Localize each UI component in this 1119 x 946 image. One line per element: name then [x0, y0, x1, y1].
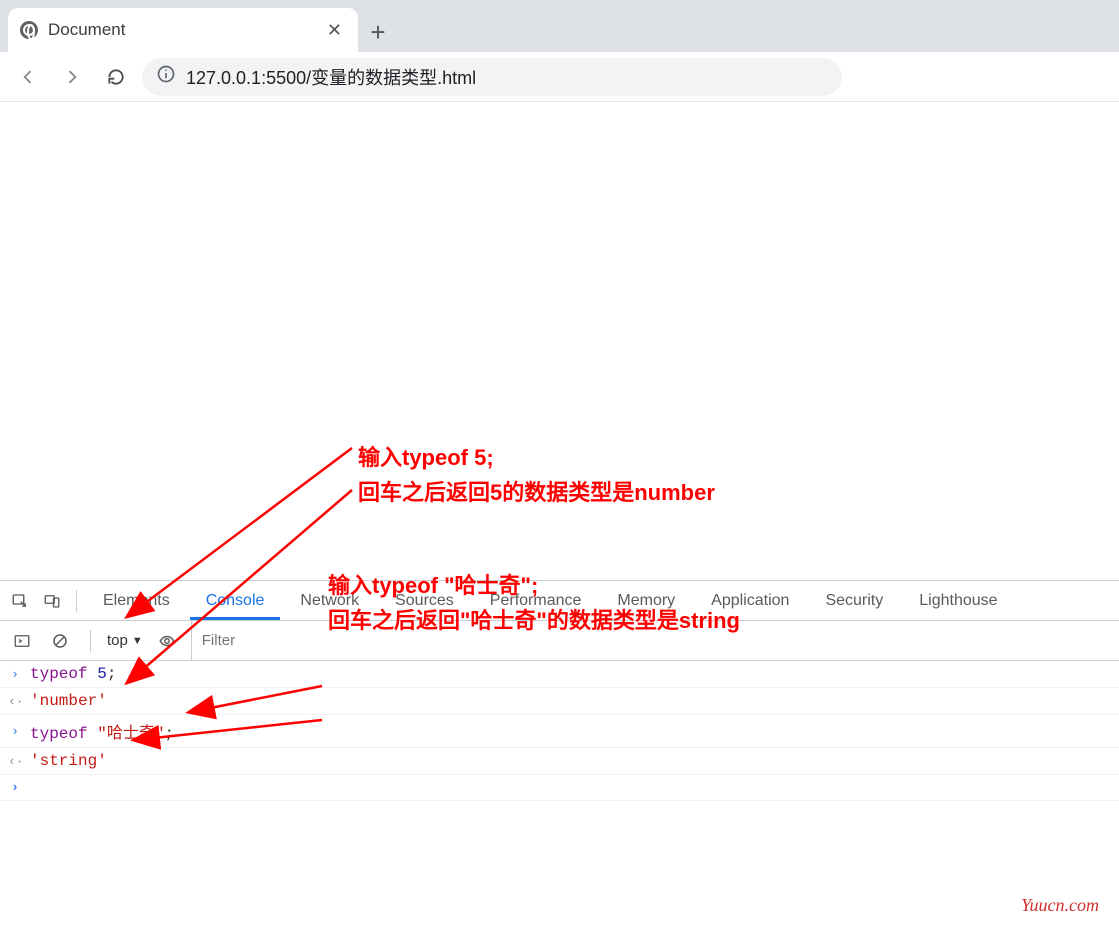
output-chevron-icon: ‹·: [8, 694, 22, 709]
console-result: 'string': [30, 752, 107, 770]
inspect-element-icon[interactable]: [6, 587, 34, 615]
chevron-down-icon: ▼: [132, 635, 143, 647]
console-code: typeof 5;: [30, 665, 116, 683]
console-input-row: › typeof 5;: [0, 661, 1119, 688]
tab-security[interactable]: Security: [809, 582, 899, 620]
prompt-chevron-icon: ›: [8, 780, 22, 795]
console-input-row: › typeof "哈士奇";: [0, 715, 1119, 748]
input-chevron-icon: ›: [8, 724, 22, 739]
new-tab-button[interactable]: +: [358, 12, 398, 52]
annotation-1-line1: 输入typeof 5;: [358, 440, 715, 475]
console-output-row: ‹· 'number': [0, 688, 1119, 715]
annotation-1: 输入typeof 5; 回车之后返回5的数据类型是number: [358, 440, 715, 510]
browser-toolbar: 127.0.0.1:5500/变量的数据类型.html: [0, 52, 1119, 102]
tab-elements[interactable]: Elements: [87, 582, 186, 620]
annotation-2: 输入typeof "哈士奇"; 回车之后返回"哈士奇"的数据类型是string: [328, 568, 740, 638]
output-chevron-icon: ‹·: [8, 754, 22, 769]
forward-button[interactable]: [54, 59, 90, 95]
context-selector[interactable]: top ▼: [107, 632, 143, 649]
console-output[interactable]: › typeof 5; ‹· 'number' › typeof "哈士奇"; …: [0, 661, 1119, 801]
info-icon[interactable]: [156, 64, 176, 89]
separator: [76, 590, 77, 612]
browser-tab[interactable]: Document ✕: [8, 8, 358, 52]
tab-lighthouse[interactable]: Lighthouse: [903, 582, 1013, 620]
tab-title: Document: [48, 20, 313, 40]
console-code: typeof "哈士奇";: [30, 719, 174, 743]
console-result: 'number': [30, 692, 107, 710]
console-sidebar-toggle-icon[interactable]: [8, 627, 36, 655]
address-bar[interactable]: 127.0.0.1:5500/变量的数据类型.html: [142, 58, 842, 96]
reload-button[interactable]: [98, 59, 134, 95]
page-viewport: 输入typeof 5; 回车之后返回5的数据类型是number: [0, 102, 1119, 580]
tab-console[interactable]: Console: [190, 582, 281, 620]
close-tab-icon[interactable]: ✕: [323, 20, 346, 41]
tab-bar: Document ✕ +: [0, 0, 1119, 52]
back-button[interactable]: [10, 59, 46, 95]
console-output-row: ‹· 'string': [0, 748, 1119, 775]
globe-icon: [20, 21, 38, 39]
url-text: 127.0.0.1:5500/变量的数据类型.html: [186, 64, 476, 90]
input-chevron-icon: ›: [8, 667, 22, 682]
annotation-2-line2: 回车之后返回"哈士奇"的数据类型是string: [328, 603, 740, 638]
watermark: Yuucn.com: [1021, 895, 1099, 916]
console-prompt-row[interactable]: ›: [0, 775, 1119, 801]
context-label: top: [107, 632, 128, 649]
live-expression-icon[interactable]: [153, 627, 181, 655]
device-toolbar-icon[interactable]: [38, 587, 66, 615]
annotation-1-line2: 回车之后返回5的数据类型是number: [358, 475, 715, 510]
annotation-2-line1: 输入typeof "哈士奇";: [328, 568, 740, 603]
separator: [90, 630, 91, 652]
clear-console-icon[interactable]: [46, 627, 74, 655]
